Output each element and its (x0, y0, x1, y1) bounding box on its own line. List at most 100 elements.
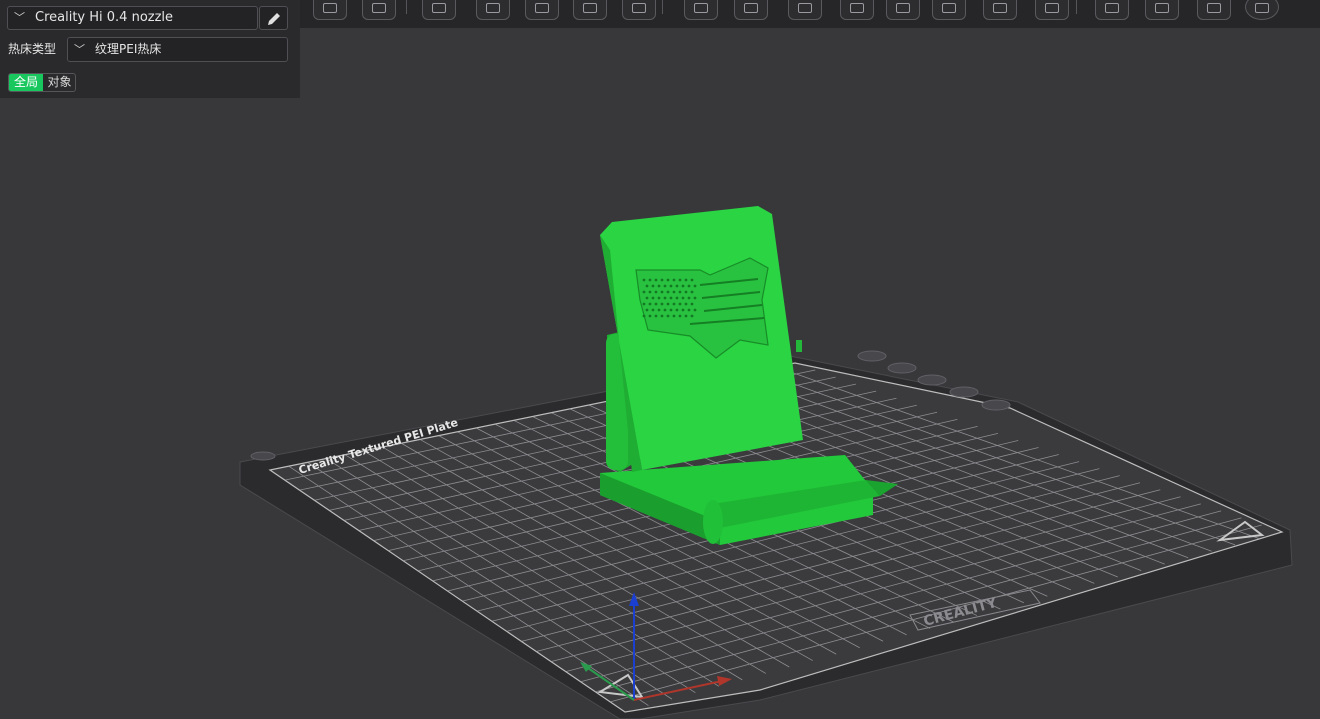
cut-button[interactable] (983, 0, 1017, 20)
flag-star-dot (660, 314, 664, 318)
rotate-button[interactable] (476, 0, 510, 20)
cube-view-icon (323, 3, 337, 13)
cut-icon (993, 3, 1007, 13)
cube-icon (850, 3, 864, 13)
orient-button[interactable] (1245, 0, 1279, 20)
flag-star-dot (648, 314, 652, 318)
scope-object-button[interactable]: 对象 (43, 74, 75, 91)
flag-star-dot (687, 296, 691, 300)
flag-star-dot (675, 284, 679, 288)
flag-star-dot (684, 302, 688, 306)
flag-star-dot (681, 284, 685, 288)
flag-star-dot (642, 278, 646, 282)
flag-star-dot (645, 308, 649, 312)
toolbar-separator (346, 0, 347, 14)
orient-icon (1255, 3, 1269, 13)
export-icon (632, 3, 646, 13)
flag-star-dot (654, 278, 658, 282)
toolbar-separator (662, 0, 663, 14)
flag-star-dot (666, 314, 670, 318)
flag-star-dot (693, 284, 697, 288)
layer-slice-button[interactable] (525, 0, 559, 20)
seam-button[interactable] (1095, 0, 1129, 20)
flag-star-dot (684, 290, 688, 294)
flag-star-dot (666, 278, 670, 282)
bed-type-label: 热床类型 (8, 42, 57, 56)
flag-star-dot (693, 308, 697, 312)
layers-button[interactable] (1197, 0, 1231, 20)
settings-button[interactable] (734, 0, 768, 20)
flag-star-dot (678, 302, 682, 306)
flag-star-dot (690, 278, 694, 282)
support-button[interactable] (886, 0, 920, 20)
grid-button[interactable] (362, 0, 396, 20)
flag-star-dot (642, 314, 646, 318)
cube-button[interactable] (840, 0, 874, 20)
flag-star-dot (660, 290, 664, 294)
calibration-icon (1045, 3, 1059, 13)
flag-star-dot (669, 296, 673, 300)
flag-star-dot (648, 278, 652, 282)
flag-star-dot (681, 308, 685, 312)
flag-star-dot (684, 314, 688, 318)
layer-slice-icon (535, 3, 549, 13)
flag-star-dot (651, 296, 655, 300)
printer-select[interactable]: ﹀ Creality Hi 0.4 nozzle (7, 6, 258, 30)
flag-star-dot (672, 290, 676, 294)
printer-settings-panel: ﹀ Creality Hi 0.4 nozzle 热床类型 ﹀ 纹理PEI热床 … (0, 0, 300, 98)
flag-star-dot (645, 296, 649, 300)
flag-star-dot (690, 314, 694, 318)
arrange-button[interactable] (573, 0, 607, 20)
paint-button[interactable] (932, 0, 966, 20)
bed-type-value: 纹理PEI热床 (95, 42, 162, 56)
flag-star-dot (663, 284, 667, 288)
cube-view-button[interactable] (313, 0, 347, 20)
split-objects-button[interactable] (684, 0, 718, 20)
top-toolbar (300, 0, 1320, 28)
flag-star-dot (654, 290, 658, 294)
flag-star-dot (648, 290, 652, 294)
edit-printer-button[interactable] (259, 6, 288, 30)
flag-star-dot (648, 302, 652, 306)
flag-star-dot (660, 278, 664, 282)
layers-icon (1207, 3, 1221, 13)
scope-global-button[interactable]: 全局 (9, 74, 43, 91)
pencil-icon (268, 13, 280, 25)
flag-star-dot (678, 278, 682, 282)
measure-button[interactable] (788, 0, 822, 20)
flag-star-dot (669, 308, 673, 312)
flag-star-dot (663, 296, 667, 300)
move-button[interactable] (422, 0, 456, 20)
flag-star-dot (651, 284, 655, 288)
grid-icon (372, 3, 386, 13)
flag-star-dot (687, 308, 691, 312)
flag-star-dot (672, 314, 676, 318)
flag-star-dot (678, 314, 682, 318)
toolbar-separator (1076, 0, 1077, 14)
toolbar-separator (406, 0, 407, 14)
scene-canvas[interactable]: Creality Textured PEI Plate CREALITY (0, 0, 1320, 719)
flag-star-dot (660, 302, 664, 306)
seam-icon (1105, 3, 1119, 13)
flag-star-dot (657, 296, 661, 300)
calibration-button[interactable] (1035, 0, 1069, 20)
flag-star-dot (672, 278, 676, 282)
support-icon (896, 3, 910, 13)
flag-star-dot (666, 290, 670, 294)
flag-star-dot (669, 284, 673, 288)
flag-star-dot (654, 302, 658, 306)
chevron-down-icon: ﹀ (14, 11, 25, 24)
export-button[interactable] (622, 0, 656, 20)
flag-star-dot (663, 308, 667, 312)
flag-star-dot (678, 290, 682, 294)
3d-viewport[interactable]: Creality Textured PEI Plate CREALITY (0, 0, 1320, 719)
measure-icon (798, 3, 812, 13)
paint-icon (942, 3, 956, 13)
split-objects-icon (694, 3, 708, 13)
flag-star-dot (681, 296, 685, 300)
mesh-boolean-button[interactable] (1145, 0, 1179, 20)
chevron-down-icon: ﹀ (74, 43, 85, 56)
mesh-boolean-icon (1155, 3, 1169, 13)
flag-star-dot (642, 290, 646, 294)
bed-type-select[interactable]: ﹀ 纹理PEI热床 (67, 37, 288, 62)
